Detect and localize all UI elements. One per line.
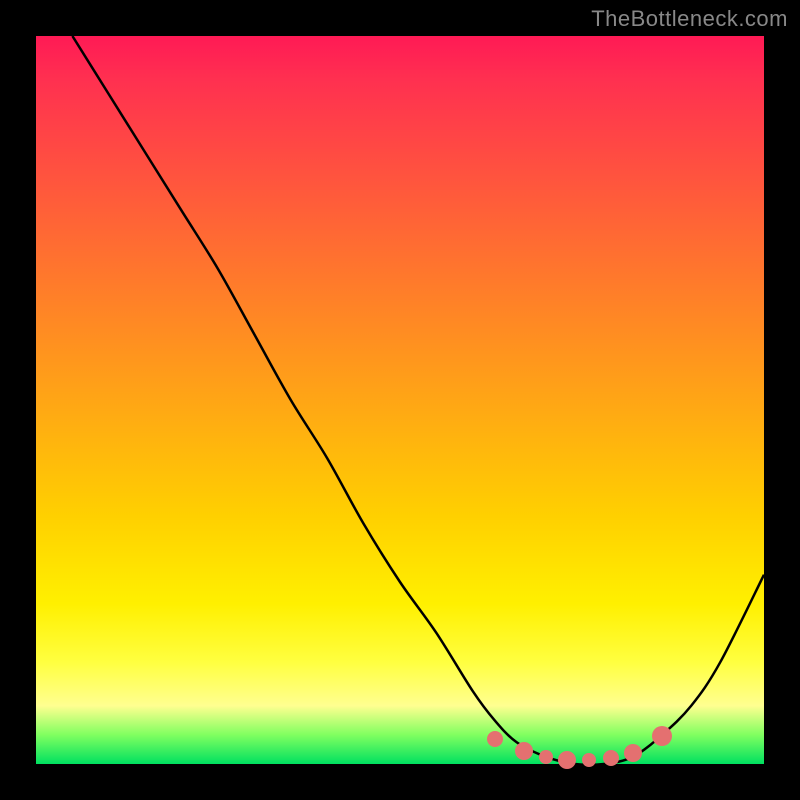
highlight-dot [515,742,533,760]
highlight-dot [558,751,576,769]
highlight-dot [487,731,503,747]
optimal-range-dots [36,36,764,764]
watermark-text: TheBottleneck.com [591,6,788,32]
chart-plot-area [36,36,764,764]
highlight-dot [603,750,619,766]
highlight-dot [624,744,642,762]
highlight-dot [652,726,672,746]
highlight-dot [582,753,596,767]
highlight-dot [539,750,553,764]
